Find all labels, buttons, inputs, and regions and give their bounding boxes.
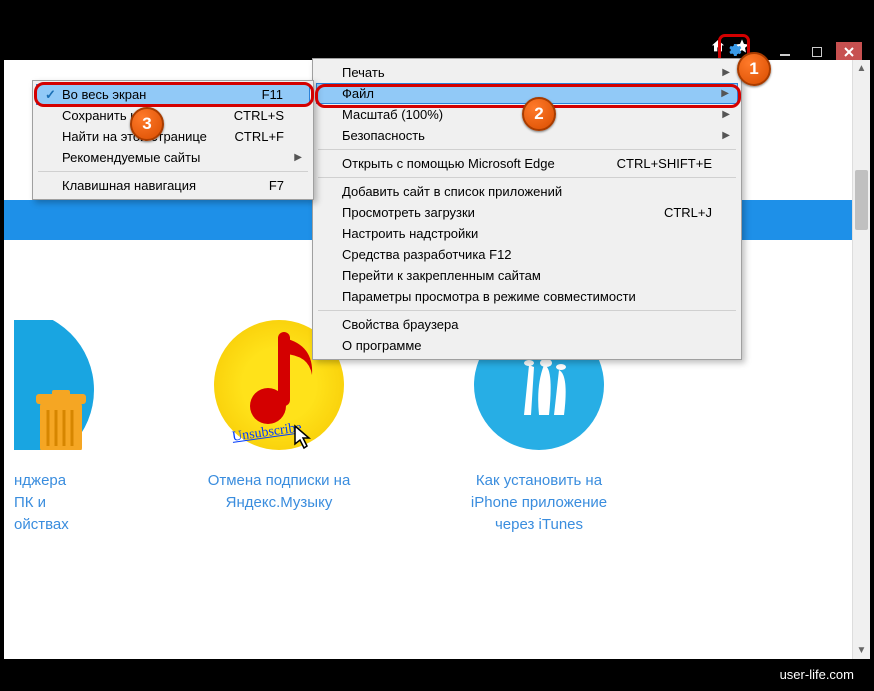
card-title-line: ойствах bbox=[14, 514, 69, 536]
submenu-arrow-icon: ▶ bbox=[721, 88, 729, 99]
menu-props[interactable]: Свойства браузера bbox=[316, 314, 738, 335]
scroll-thumb[interactable] bbox=[855, 170, 868, 230]
menu-add-site[interactable]: Добавить сайт в список приложений bbox=[316, 181, 738, 202]
menu-shortcut: CTRL+S bbox=[234, 108, 284, 123]
card-title-line: через iTunes bbox=[495, 514, 583, 536]
menu-shortcut: F7 bbox=[269, 178, 284, 193]
scroll-up-icon[interactable]: ▲ bbox=[853, 60, 870, 77]
vertical-scrollbar[interactable]: ▲ ▼ bbox=[852, 60, 870, 659]
card-messenger[interactable]: нджера ПК и ойствах bbox=[14, 320, 104, 536]
card-title-line: ПК и bbox=[14, 492, 46, 514]
menu-separator bbox=[318, 177, 736, 178]
menu-label: Рекомендуемые сайты bbox=[62, 150, 200, 165]
menu-label: О программе bbox=[342, 338, 422, 353]
cursor-icon bbox=[289, 424, 317, 452]
menu-find[interactable]: Найти на этой страницеCTRL+F bbox=[36, 126, 310, 147]
close-button[interactable] bbox=[836, 42, 862, 62]
submenu-arrow-icon: ▶ bbox=[722, 67, 730, 78]
menu-about[interactable]: О программе bbox=[316, 335, 738, 356]
menu-separator bbox=[318, 149, 736, 150]
card-title-line: Яндекс.Музыку bbox=[226, 492, 333, 514]
menu-fullscreen[interactable]: Во весь экран F11 bbox=[36, 84, 310, 105]
submenu-arrow-icon: ▶ bbox=[722, 109, 730, 120]
window-controls bbox=[772, 42, 862, 62]
menu-shortcut: F11 bbox=[262, 87, 283, 102]
minimize-button[interactable] bbox=[772, 42, 798, 62]
callout-badge-2: 2 bbox=[522, 97, 556, 131]
menu-shortcut: CTRL+F bbox=[235, 129, 284, 144]
menu-label: Перейти к закрепленным сайтам bbox=[342, 268, 541, 283]
file-submenu: Во весь экранF11 Сохранить как...CTRL+S … bbox=[32, 80, 314, 200]
watermark-text: user-life.com bbox=[780, 667, 854, 682]
card-title-line: iPhone приложение bbox=[471, 492, 607, 514]
menu-label: Свойства браузера bbox=[342, 317, 458, 332]
submenu-arrow-icon: ▶ bbox=[294, 152, 302, 163]
watermark: user-life.com bbox=[4, 661, 870, 687]
card-title-line: Отмена подписки на bbox=[208, 470, 351, 492]
menu-label: Во весь экран bbox=[62, 87, 146, 102]
menu-label: Масштаб (100%) bbox=[342, 107, 443, 122]
menu-shortcut: CTRL+SHIFT+E bbox=[617, 156, 712, 171]
menu-label: Печать bbox=[342, 65, 385, 80]
menu-label: Файл bbox=[342, 86, 374, 101]
menu-label: Настроить надстройки bbox=[342, 226, 478, 241]
menu-downloads[interactable]: Просмотреть загрузки CTRL+J bbox=[316, 202, 738, 223]
menu-suggested[interactable]: Рекомендуемые сайты ▶ bbox=[36, 147, 310, 168]
card-title-line: нджера bbox=[14, 470, 66, 492]
menu-pinned[interactable]: Перейти к закрепленным сайтам bbox=[316, 265, 738, 286]
menu-print[interactable]: Печать ▶ bbox=[316, 62, 738, 83]
menu-label: Параметры просмотра в режиме совместимос… bbox=[342, 289, 636, 304]
window-frame: нджера ПК и ойствах Unsubscribe bbox=[0, 0, 874, 691]
menu-label: Безопасность bbox=[342, 128, 425, 143]
callout-badge-1: 1 bbox=[737, 52, 771, 86]
menu-label: Средства разработчика F12 bbox=[342, 247, 512, 262]
menu-shortcut: CTRL+J bbox=[664, 205, 712, 220]
menu-label: Клавишная навигация bbox=[62, 178, 196, 193]
trash-icon bbox=[34, 390, 89, 450]
menu-separator bbox=[38, 171, 308, 172]
menu-f12[interactable]: Средства разработчика F12 bbox=[316, 244, 738, 265]
menu-label: Просмотреть загрузки bbox=[342, 205, 475, 220]
menu-safety[interactable]: Безопасность ▶ bbox=[316, 125, 738, 146]
scroll-down-icon[interactable]: ▼ bbox=[853, 642, 870, 659]
menu-label: Добавить сайт в список приложений bbox=[342, 184, 562, 199]
maximize-button[interactable] bbox=[804, 42, 830, 62]
menu-open-edge[interactable]: Открыть с помощью Microsoft Edge CTRL+SHI… bbox=[316, 153, 738, 174]
titlebar bbox=[4, 4, 870, 56]
menu-keyboard-nav[interactable]: Клавишная навигация F7 bbox=[36, 175, 310, 196]
menu-addons[interactable]: Настроить надстройки bbox=[316, 223, 738, 244]
submenu-arrow-icon: ▶ bbox=[722, 130, 730, 141]
menu-separator bbox=[318, 310, 736, 311]
card-title-line: Как установить на bbox=[476, 470, 602, 492]
menu-save-as[interactable]: Сохранить как...CTRL+S bbox=[36, 105, 310, 126]
callout-badge-3: 3 bbox=[130, 107, 164, 141]
menu-label: Открыть с помощью Microsoft Edge bbox=[342, 156, 555, 171]
menu-compat[interactable]: Параметры просмотра в режиме совместимос… bbox=[316, 286, 738, 307]
